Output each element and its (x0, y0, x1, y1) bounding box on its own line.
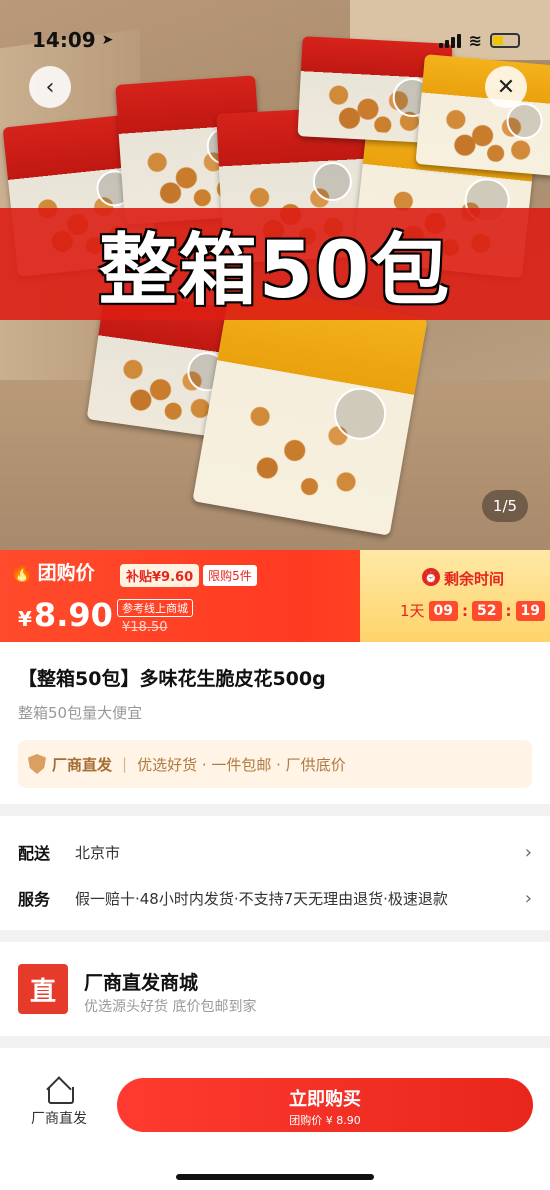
home-icon (46, 1078, 74, 1104)
service-label: 服务 (18, 890, 51, 909)
price-value: 8.90 (33, 596, 113, 634)
home-indicator[interactable] (176, 1174, 374, 1180)
guarantee-bar[interactable]: 厂商直发 | 优选好货 · 一件包邮 · 厂供底价 (18, 740, 532, 788)
shield-icon (28, 754, 46, 774)
wifi-icon: ≋ (468, 30, 482, 50)
shop-card[interactable]: 直 厂商直发商城 优选源头好货 底价包邮到家 (0, 942, 550, 1036)
snack-pack (192, 284, 428, 536)
reference-tag: 参考线上商城 (117, 599, 193, 617)
countdown-hours: 09 (428, 600, 459, 621)
shipping-label: 配送 (18, 844, 51, 863)
shop-name: 厂商直发商城 (84, 972, 199, 994)
countdown-title: 剩余时间 (444, 570, 505, 588)
snack-pack (415, 54, 550, 176)
service-value: 假一赔十·48小时内发货·不支持7天无理由退货·极速退款 (75, 889, 448, 908)
flame-icon: 🔥 (10, 561, 34, 583)
home-button[interactable]: 厂商直发 (26, 1078, 92, 1128)
guarantee-brand: 厂商直发 (52, 755, 113, 774)
countdown-seconds: 19 (515, 600, 545, 621)
countdown-day: 1天 (400, 602, 425, 620)
countdown-minutes: 52 (472, 600, 502, 621)
original-price: ¥18.50 (122, 620, 168, 635)
buy-sub-label: 团购价 ¥ 8.90 (289, 1114, 361, 1127)
shop-logo: 直 (18, 964, 68, 1014)
shipping-row[interactable]: 配送 北京市 › (18, 840, 532, 864)
battery-icon (490, 32, 520, 48)
currency-symbol: ¥ (18, 607, 32, 631)
subsidy-badge: 补贴¥9.60 (120, 564, 200, 587)
chevron-right-icon: › (524, 887, 532, 909)
home-label: 厂商直发 (31, 1111, 87, 1127)
back-button[interactable]: ‹ (29, 66, 71, 108)
delivery-section: 配送 北京市 › 服务 假一赔十·48小时内发货·不支持7天无理由退货·极速退款… (0, 816, 550, 930)
group-price-bar: 🔥 团购价 补贴¥9.60 限购5件 ¥ 8.90 参考线上商城 ¥18.50 … (0, 550, 550, 642)
promo-banner: 整箱50包 (0, 208, 550, 320)
product-info: 【整箱50包】多味花生脆皮花500g 整箱50包量大便宜 厂商直发 | 优选好货… (0, 642, 550, 804)
bottom-action-bar: 厂商直发 立即购买 团购价 ¥ 8.90 (0, 1048, 550, 1190)
product-subtitle: 整箱50包量大便宜 (18, 704, 143, 722)
banner-text: 整箱50包 (98, 226, 452, 316)
close-icon: ✕ (496, 74, 516, 100)
signal-icon (438, 32, 461, 48)
location-arrow-icon: ➤ (101, 32, 114, 48)
shop-description: 优选源头好货 底价包邮到家 (84, 999, 257, 1015)
limit-badge: 限购5件 (203, 565, 257, 586)
current-price: ¥ 8.90 (18, 596, 113, 634)
countdown-panel: ⏰ 剩余时间 1天 09 : 52 : 19 (360, 550, 550, 642)
product-title: 【整箱50包】多味花生脆皮花500g (18, 668, 326, 690)
back-icon: ‹ (45, 74, 55, 100)
guarantee-text: 优选好货 · 一件包邮 · 厂供底价 (137, 755, 346, 774)
status-bar: 14:09 ➤ ≋ (0, 0, 550, 62)
chevron-right-icon: › (524, 841, 532, 863)
product-image-carousel[interactable]: 整箱50包 14:09 ➤ ≋ ‹ ✕ 1/5 (0, 0, 550, 550)
buy-now-button[interactable]: 立即购买 团购价 ¥ 8.90 (117, 1078, 533, 1132)
status-time: 14:09 (32, 28, 96, 52)
group-price-label: 团购价 (37, 562, 95, 584)
close-button[interactable]: ✕ (485, 66, 527, 108)
shipping-value: 北京市 (75, 843, 121, 862)
service-row[interactable]: 服务 假一赔十·48小时内发货·不支持7天无理由退货·极速退款 › (18, 886, 532, 910)
image-counter: 1/5 (482, 490, 528, 522)
buy-label: 立即购买 (289, 1089, 361, 1110)
divider: | (122, 755, 128, 773)
alarm-clock-icon: ⏰ (422, 568, 440, 586)
subsidy-tags: 补贴¥9.60 限购5件 (120, 564, 257, 587)
